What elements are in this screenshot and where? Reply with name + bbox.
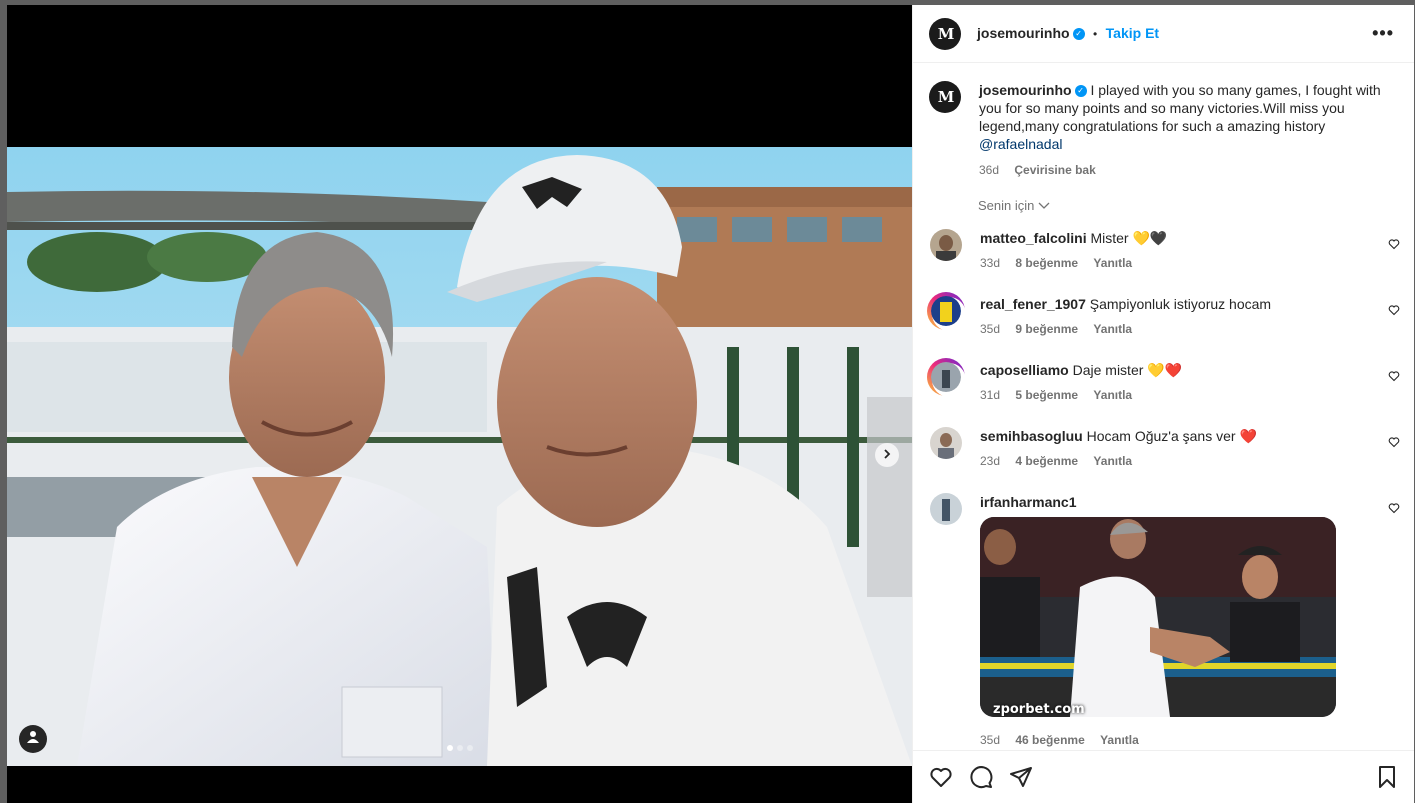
- caption-username[interactable]: josemourinho: [979, 82, 1072, 98]
- comment-item: matteo_falcolini Mister 💛🖤 33d 8 beğenme…: [930, 229, 1400, 277]
- comment-likes[interactable]: 46 beğenme: [1015, 733, 1084, 747]
- author-avatar[interactable]: M: [929, 18, 961, 50]
- post-header: M josemourinho ✓ • Takip Et •••: [913, 5, 1414, 63]
- reply-button[interactable]: Yanıtla: [1093, 322, 1132, 336]
- reply-button[interactable]: Yanıtla: [1093, 454, 1132, 468]
- comment-like-button[interactable]: [1388, 501, 1400, 519]
- heart-icon: [1388, 435, 1400, 452]
- commenter-username[interactable]: real_fener_1907: [980, 296, 1086, 312]
- separator-dot: •: [1093, 27, 1098, 41]
- more-options-button[interactable]: •••: [1372, 23, 1394, 44]
- chevron-down-icon: [1038, 198, 1050, 213]
- commenter-avatar[interactable]: [927, 292, 966, 331]
- heart-icon: [1388, 369, 1400, 386]
- comment-likes[interactable]: 9 beğenme: [1015, 322, 1078, 336]
- comment-filter-label: Senin için: [978, 198, 1035, 213]
- carousel-dot: [467, 745, 473, 751]
- verified-badge-icon: ✓: [1072, 27, 1085, 40]
- comment-item: irfanharmanc1 zporbet.com 35d 46 beğenme…: [930, 493, 1400, 747]
- carousel-dot: [457, 745, 463, 751]
- share-button[interactable]: [1009, 765, 1033, 794]
- comment-like-button[interactable]: [1388, 303, 1400, 321]
- comment-item: caposelliamo Daje mister 💛❤️ 31d 5 beğen…: [927, 358, 1400, 409]
- tag-user-button[interactable]: [19, 725, 47, 753]
- caption-mention-link[interactable]: @rafaelnadal: [979, 136, 1063, 152]
- comment-emoji: 💛❤️: [1147, 362, 1183, 378]
- comment-likes[interactable]: 5 beğenme: [1015, 388, 1078, 402]
- heart-icon: [1388, 303, 1400, 320]
- post-photo[interactable]: [7, 147, 912, 766]
- author-username[interactable]: josemourinho: [977, 25, 1070, 41]
- comment-filter[interactable]: Senin için: [978, 198, 1050, 213]
- comment-time[interactable]: 33d: [980, 256, 1000, 270]
- gif-watermark: zporbet.com: [993, 702, 1085, 717]
- share-icon: [1009, 767, 1033, 793]
- carousel-indicator: [447, 745, 473, 751]
- like-button[interactable]: [929, 765, 953, 794]
- comment-emoji: 💛🖤: [1132, 230, 1168, 246]
- comment-text: Mister: [1090, 230, 1129, 246]
- comment-likes[interactable]: 8 beğenme: [1015, 256, 1078, 270]
- post-side-panel: M josemourinho ✓ • Takip Et ••• M josemou…: [912, 5, 1414, 803]
- heart-icon: [929, 767, 953, 793]
- heart-icon: [1388, 237, 1400, 254]
- caption-avatar[interactable]: M: [929, 81, 961, 113]
- comment-like-button[interactable]: [1388, 435, 1400, 453]
- heart-icon: [1388, 501, 1400, 518]
- chevron-right-icon: [882, 446, 892, 464]
- translate-link[interactable]: Çevirisine bak: [1014, 163, 1095, 177]
- post-dialog: M josemourinho ✓ • Takip Et ••• M josemou…: [7, 5, 1414, 803]
- more-icon: •••: [1372, 23, 1394, 43]
- carousel-next-button[interactable]: [875, 443, 899, 467]
- commenter-avatar[interactable]: [930, 427, 962, 459]
- comment-item: semihbasogluu Hocam Oğuz'a şans ver ❤️ 2…: [930, 427, 1400, 475]
- save-button[interactable]: [1375, 765, 1399, 794]
- commenter-username[interactable]: irfanharmanc1: [980, 494, 1076, 510]
- comment-button[interactable]: [969, 765, 993, 794]
- comment-time[interactable]: 23d: [980, 454, 1000, 468]
- comment-text: Hocam Oğuz'a şans ver: [1086, 428, 1236, 444]
- commenter-username[interactable]: semihbasogluu: [980, 428, 1083, 444]
- comment-item: real_fener_1907 Şampiyonluk istiyoruz ho…: [927, 292, 1400, 343]
- comment-like-button[interactable]: [1388, 369, 1400, 387]
- post-media: [7, 5, 912, 803]
- commenter-avatar[interactable]: [927, 358, 966, 397]
- commenter-username[interactable]: caposelliamo: [980, 362, 1069, 378]
- comment-text: Daje mister: [1072, 362, 1144, 378]
- comment-icon: [969, 766, 993, 793]
- tag-user-icon: [26, 730, 40, 749]
- comment-time[interactable]: 35d: [980, 733, 1000, 747]
- comment-gif[interactable]: zporbet.com: [980, 517, 1336, 717]
- reply-button[interactable]: Yanıtla: [1100, 733, 1139, 747]
- verified-badge-icon: ✓: [1074, 85, 1087, 98]
- commenter-avatar[interactable]: [930, 229, 962, 261]
- comment-time[interactable]: 35d: [980, 322, 1000, 336]
- bookmark-icon: [1375, 766, 1399, 793]
- comment-emoji: ❤️: [1239, 428, 1257, 444]
- comment-time[interactable]: 31d: [980, 388, 1000, 402]
- reply-button[interactable]: Yanıtla: [1093, 256, 1132, 270]
- commenter-avatar[interactable]: [930, 493, 962, 525]
- commenter-username[interactable]: matteo_falcolini: [980, 230, 1087, 246]
- follow-button[interactable]: Takip Et: [1106, 25, 1159, 41]
- reply-button[interactable]: Yanıtla: [1093, 388, 1132, 402]
- post-action-bar: [913, 750, 1414, 803]
- caption-time[interactable]: 36d: [979, 163, 999, 177]
- carousel-dot: [447, 745, 453, 751]
- comment-likes[interactable]: 4 beğenme: [1015, 454, 1078, 468]
- comment-text: Şampiyonluk istiyoruz hocam: [1089, 296, 1272, 312]
- comment-like-button[interactable]: [1388, 237, 1400, 255]
